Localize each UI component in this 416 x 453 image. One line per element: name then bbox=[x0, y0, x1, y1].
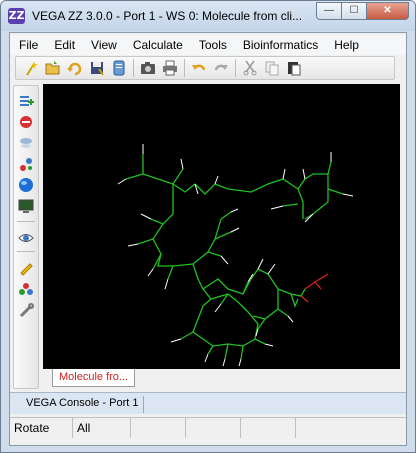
graph-icon[interactable] bbox=[16, 154, 36, 173]
paste-icon[interactable] bbox=[283, 58, 305, 78]
menu-bar: File Edit View Calculate Tools Bioinform… bbox=[10, 35, 406, 55]
main-toolbar bbox=[15, 56, 395, 80]
document-icon[interactable] bbox=[108, 58, 130, 78]
menu-help[interactable]: Help bbox=[325, 35, 366, 55]
select-atoms-icon[interactable] bbox=[16, 91, 36, 110]
wizard-icon[interactable] bbox=[20, 58, 42, 78]
app-logo-icon[interactable]: ZZ bbox=[8, 8, 25, 24]
window-title: VEGA ZZ 3.0.0 - Port 1 - WS 0: Molecule … bbox=[32, 9, 302, 23]
toolbar-separator bbox=[17, 221, 35, 222]
eye-icon[interactable] bbox=[16, 228, 36, 247]
menu-bioinformatics[interactable]: Bioinformatics bbox=[234, 35, 325, 55]
status-cell-empty bbox=[296, 418, 406, 438]
document-tab[interactable]: Molecule fro... bbox=[52, 369, 135, 387]
open-folder-icon[interactable] bbox=[42, 58, 64, 78]
menu-view[interactable]: View bbox=[82, 35, 124, 55]
status-cell-empty bbox=[186, 418, 241, 438]
title-bar[interactable]: ZZ VEGA ZZ 3.0.0 - Port 1 - WS 0: Molecu… bbox=[1, 1, 415, 31]
cut-icon[interactable] bbox=[239, 58, 261, 78]
status-cell-empty bbox=[131, 418, 186, 438]
console-tab[interactable]: VEGA Console - Port 1 bbox=[16, 396, 144, 413]
remove-icon[interactable] bbox=[16, 112, 36, 131]
toolbar-separator bbox=[235, 59, 236, 77]
menu-calculate[interactable]: Calculate bbox=[124, 35, 190, 55]
hydrogens-icon[interactable] bbox=[16, 133, 36, 152]
app-window: ZZ VEGA ZZ 3.0.0 - Port 1 - WS 0: Molecu… bbox=[0, 0, 416, 453]
console-bar: VEGA Console - Port 1 bbox=[10, 392, 406, 414]
status-selection: All bbox=[73, 418, 131, 438]
redo-icon[interactable] bbox=[210, 58, 232, 78]
monitor-icon[interactable] bbox=[16, 196, 36, 215]
globe-icon[interactable] bbox=[16, 175, 36, 194]
left-toolbar bbox=[13, 85, 39, 389]
status-bar: Rotate All bbox=[10, 417, 406, 438]
save-icon[interactable] bbox=[86, 58, 108, 78]
minimize-button[interactable]: — bbox=[316, 2, 342, 20]
molecule-viewport[interactable] bbox=[43, 84, 400, 369]
close-button[interactable]: ✕ bbox=[366, 2, 409, 20]
status-cell-empty bbox=[241, 418, 296, 438]
menu-edit[interactable]: Edit bbox=[45, 35, 82, 55]
maximize-button[interactable]: ☐ bbox=[341, 2, 367, 20]
molecule-structure bbox=[117, 144, 354, 367]
window-controls: — ☐ ✕ bbox=[316, 2, 409, 20]
camera-icon[interactable] bbox=[137, 58, 159, 78]
menu-tools[interactable]: Tools bbox=[190, 35, 234, 55]
toolbar-separator bbox=[184, 59, 185, 77]
print-icon[interactable] bbox=[159, 58, 181, 78]
undo-icon[interactable] bbox=[188, 58, 210, 78]
tools-icon[interactable] bbox=[16, 300, 36, 319]
molecule-icon[interactable] bbox=[16, 279, 36, 298]
pencil-icon[interactable] bbox=[16, 258, 36, 277]
document-tab-strip: Molecule fro... bbox=[43, 369, 400, 391]
menu-file[interactable]: File bbox=[10, 35, 45, 55]
status-mode: Rotate bbox=[10, 418, 73, 438]
undo-open-icon[interactable] bbox=[64, 58, 86, 78]
toolbar-separator bbox=[133, 59, 134, 77]
copy-icon[interactable] bbox=[261, 58, 283, 78]
toolbar-separator bbox=[17, 251, 35, 252]
client-area: File Edit View Calculate Tools Bioinform… bbox=[9, 32, 407, 446]
